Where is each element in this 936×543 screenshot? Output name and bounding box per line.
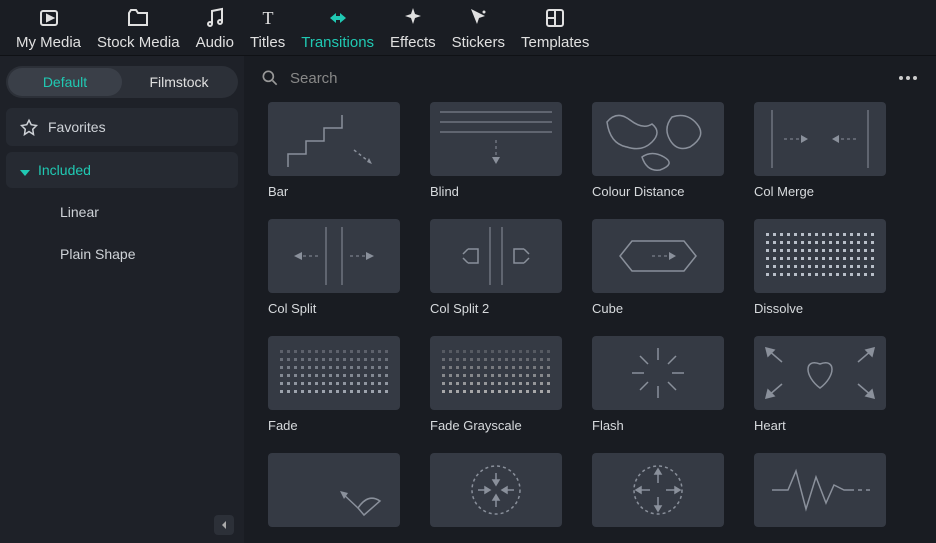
transitions-icon [326, 6, 350, 30]
sidebar-item-linear[interactable]: Linear [6, 194, 238, 230]
sidebar: Default Filmstock Favorites Included Lin… [0, 56, 244, 543]
transition-label: Blind [430, 184, 562, 199]
transition-cell-t15 [592, 453, 724, 535]
transition-label: Dissolve [754, 301, 886, 316]
transition-label: Cube [592, 301, 724, 316]
folder-icon [126, 6, 150, 30]
transition-cell-blind: Blind [430, 102, 562, 199]
transition-thumb[interactable] [754, 219, 886, 293]
main: Default Filmstock Favorites Included Lin… [0, 56, 936, 543]
tab-transitions[interactable]: Transitions [293, 6, 382, 51]
grid-wrap: Bar Blind Colour Distance Col Merge Col Spli… [244, 98, 936, 543]
search-input[interactable] [290, 70, 888, 87]
filter-pills: Default Filmstock [6, 66, 238, 98]
tab-audio[interactable]: Audio [188, 6, 242, 51]
top-tabs: My Media Stock Media Audio T Titles Tran… [0, 0, 936, 56]
transition-cell-dissolve: Dissolve [754, 219, 886, 316]
transition-label: Col Merge [754, 184, 886, 199]
transition-thumb[interactable] [268, 336, 400, 410]
transition-label: Bar [268, 184, 400, 199]
sidebar-item-label: Included [38, 162, 91, 178]
sidebar-item-label: Favorites [48, 119, 106, 135]
search-icon [260, 68, 280, 88]
transition-cell-bar: Bar [268, 102, 400, 199]
transition-thumb[interactable] [592, 453, 724, 527]
transition-thumb[interactable] [592, 336, 724, 410]
pill-filmstock[interactable]: Filmstock [122, 68, 236, 96]
cursor-sparkle-icon [466, 6, 490, 30]
tab-label: Templates [521, 34, 589, 51]
transition-cell-colour-distance: Colour Distance [592, 102, 724, 199]
caret-down-icon [20, 165, 30, 175]
transition-label: Heart [754, 418, 886, 433]
tab-stickers[interactable]: Stickers [444, 6, 513, 51]
transition-cell-fade-grayscale: Fade Grayscale [430, 336, 562, 433]
transition-cell-col-split: Col Split [268, 219, 400, 316]
transition-thumb[interactable] [268, 219, 400, 293]
transition-thumb[interactable] [592, 102, 724, 176]
transition-label: Col Split 2 [430, 301, 562, 316]
transition-thumb[interactable] [754, 102, 886, 176]
tab-templates[interactable]: Templates [513, 6, 597, 51]
content: Bar Blind Colour Distance Col Merge Col Spli… [244, 56, 936, 543]
layout-icon [543, 6, 567, 30]
search-wrap [260, 68, 888, 88]
transition-cell-col-split-2: Col Split 2 [430, 219, 562, 316]
tab-stock-media[interactable]: Stock Media [89, 6, 188, 51]
transition-thumb[interactable] [430, 453, 562, 527]
tab-label: Effects [390, 34, 436, 51]
sidebar-item-plain-shape[interactable]: Plain Shape [6, 236, 238, 272]
transition-label: Fade Grayscale [430, 418, 562, 433]
transition-cell-t13 [268, 453, 400, 535]
transition-thumb[interactable] [268, 102, 400, 176]
transition-cell-t14 [430, 453, 562, 535]
sparkle-icon [401, 6, 425, 30]
tab-label: My Media [16, 34, 81, 51]
sidebar-nav: Favorites Included Linear Plain Shape [6, 108, 238, 272]
search-row [244, 56, 936, 98]
sidebar-item-label: Plain Shape [60, 246, 136, 262]
star-icon [20, 118, 38, 136]
transition-label: Colour Distance [592, 184, 724, 199]
transition-thumb[interactable] [430, 336, 562, 410]
transition-thumb[interactable] [430, 102, 562, 176]
transition-cell-flash: Flash [592, 336, 724, 433]
media-icon [37, 6, 61, 30]
tab-label: Stickers [452, 34, 505, 51]
pill-default[interactable]: Default [8, 68, 122, 96]
transition-label: Fade [268, 418, 400, 433]
transition-thumb[interactable] [268, 453, 400, 527]
transition-thumb[interactable] [754, 453, 886, 527]
tab-label: Transitions [301, 34, 374, 51]
collapse-sidebar-button[interactable] [214, 515, 234, 535]
tab-label: Audio [196, 34, 234, 51]
tab-titles[interactable]: T Titles [242, 6, 293, 51]
transition-cell-cube: Cube [592, 219, 724, 316]
transition-cell-col-merge: Col Merge [754, 102, 886, 199]
transition-thumb[interactable] [754, 336, 886, 410]
transition-thumb[interactable] [592, 219, 724, 293]
tab-my-media[interactable]: My Media [8, 6, 89, 51]
transition-label: Flash [592, 418, 724, 433]
sidebar-item-favorites[interactable]: Favorites [6, 108, 238, 146]
sidebar-item-label: Linear [60, 204, 99, 220]
transition-label: Col Split [268, 301, 400, 316]
text-icon: T [256, 6, 280, 30]
transition-cell-fade: Fade [268, 336, 400, 433]
tab-label: Titles [250, 34, 285, 51]
tab-label: Stock Media [97, 34, 180, 51]
tab-effects[interactable]: Effects [382, 6, 444, 51]
transition-cell-t16 [754, 453, 886, 535]
transition-thumb[interactable] [430, 219, 562, 293]
transition-cell-heart: Heart [754, 336, 886, 433]
music-icon [203, 6, 227, 30]
transitions-grid: Bar Blind Colour Distance Col Merge Col Spli… [268, 102, 912, 535]
more-button[interactable] [896, 66, 920, 90]
svg-text:T: T [262, 8, 273, 28]
sidebar-item-included[interactable]: Included [6, 152, 238, 188]
